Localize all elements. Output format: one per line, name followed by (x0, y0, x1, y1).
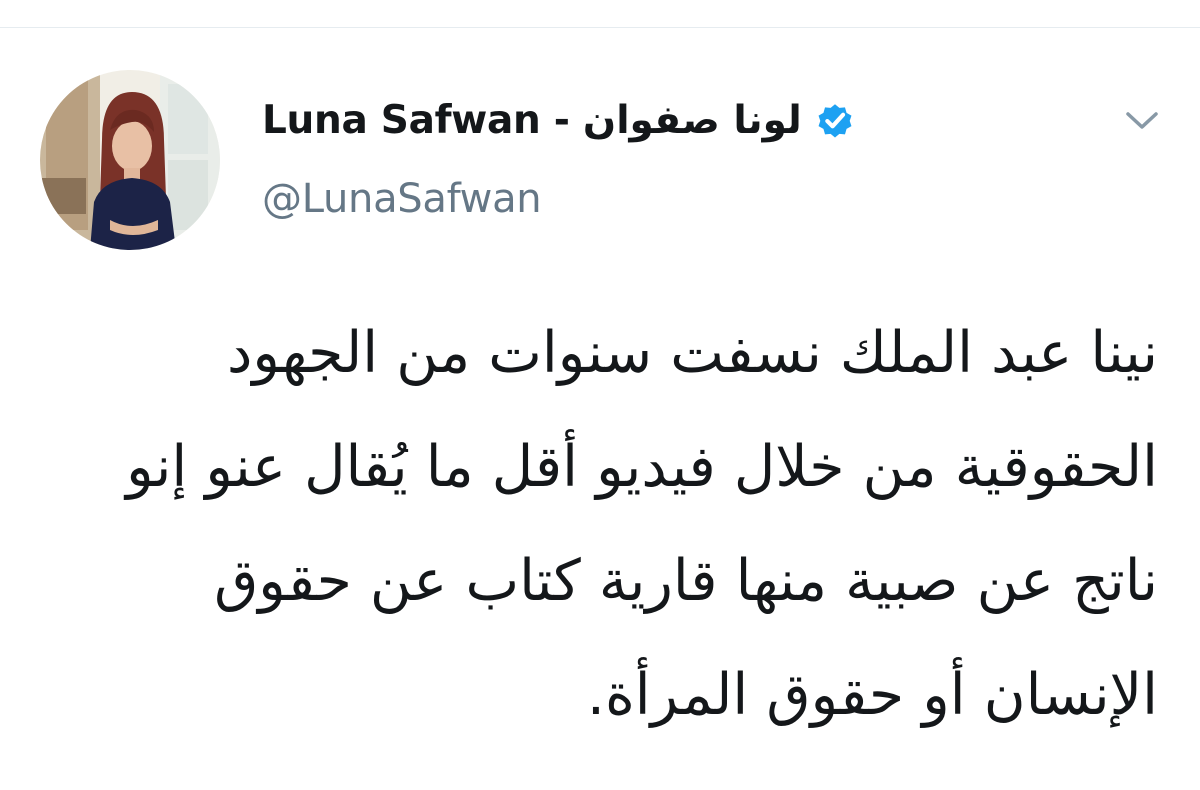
chevron-down-icon[interactable] (1118, 100, 1166, 140)
verified-badge-icon (818, 104, 852, 138)
display-name-text[interactable]: Luna Safwan - لونا صفوان (262, 98, 802, 143)
tweet-card[interactable]: Luna Safwan - لونا صفوان @LunaSafwan نين… (0, 28, 1200, 790)
display-name[interactable]: Luna Safwan - لونا صفوان (262, 90, 856, 150)
user-handle[interactable]: @LunaSafwan (262, 176, 542, 222)
avatar[interactable] (40, 70, 220, 250)
tweet-text: نينا عبد الملك نسفت سنوات من الجهود الحق… (126, 320, 1158, 728)
